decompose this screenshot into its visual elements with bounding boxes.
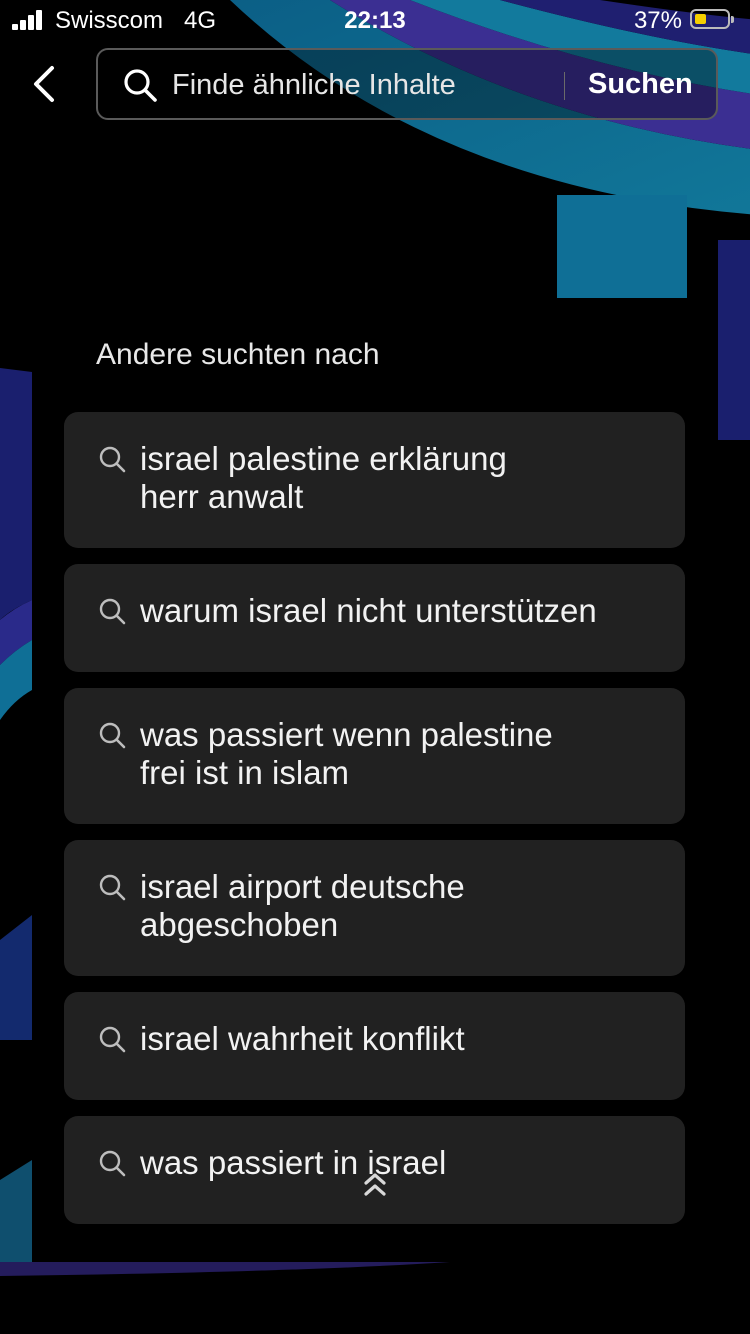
search-icon: [99, 446, 126, 473]
suggestion-item[interactable]: israel palestine erklärung herr anwalt: [64, 412, 685, 548]
suggestion-label: israel wahrheit konflikt: [140, 1020, 465, 1057]
search-icon: [124, 69, 157, 102]
status-bar: Swisscom 4G 22:13 37%: [0, 0, 750, 42]
suggestions-panel: Andere suchten nach israel palestine erk…: [32, 300, 718, 1262]
battery-icon: [690, 9, 734, 29]
chevron-up-icon[interactable]: [363, 1170, 387, 1200]
battery-terminal: [731, 16, 734, 23]
suggestion-item[interactable]: israel airport deutsche abgeschoben: [64, 840, 685, 976]
suggestion-item[interactable]: was passiert wenn palestine frei ist in …: [64, 688, 685, 824]
search-button[interactable]: Suchen: [588, 68, 693, 101]
search-icon: [99, 722, 126, 749]
battery-percentage: 37%: [633, 7, 682, 34]
search-input[interactable]: [172, 68, 552, 102]
search-icon: [99, 1026, 126, 1053]
suggestion-item[interactable]: warum israel nicht unterstützen: [64, 564, 685, 672]
battery-level-fill: [695, 14, 706, 24]
back-chevron-icon: [34, 66, 54, 102]
search-icon: [99, 1150, 126, 1177]
suggestion-label: israel palestine erklärung herr anwalt: [140, 440, 507, 515]
search-icon: [99, 598, 126, 625]
search-icon: [99, 874, 126, 901]
suggestions-heading: Andere suchten nach: [96, 338, 380, 371]
suggestion-item[interactable]: israel wahrheit konflikt: [64, 992, 685, 1100]
suggestion-label: was passiert wenn palestine frei ist in …: [140, 716, 553, 791]
suggestion-label: warum israel nicht unterstützen: [140, 592, 597, 629]
suggestion-label: was passiert in israel: [140, 1144, 447, 1181]
suggestion-label: israel airport deutsche abgeschoben: [140, 868, 465, 943]
search-bar: Suchen: [96, 48, 718, 120]
back-button[interactable]: [26, 62, 66, 106]
search-divider: [564, 72, 565, 100]
